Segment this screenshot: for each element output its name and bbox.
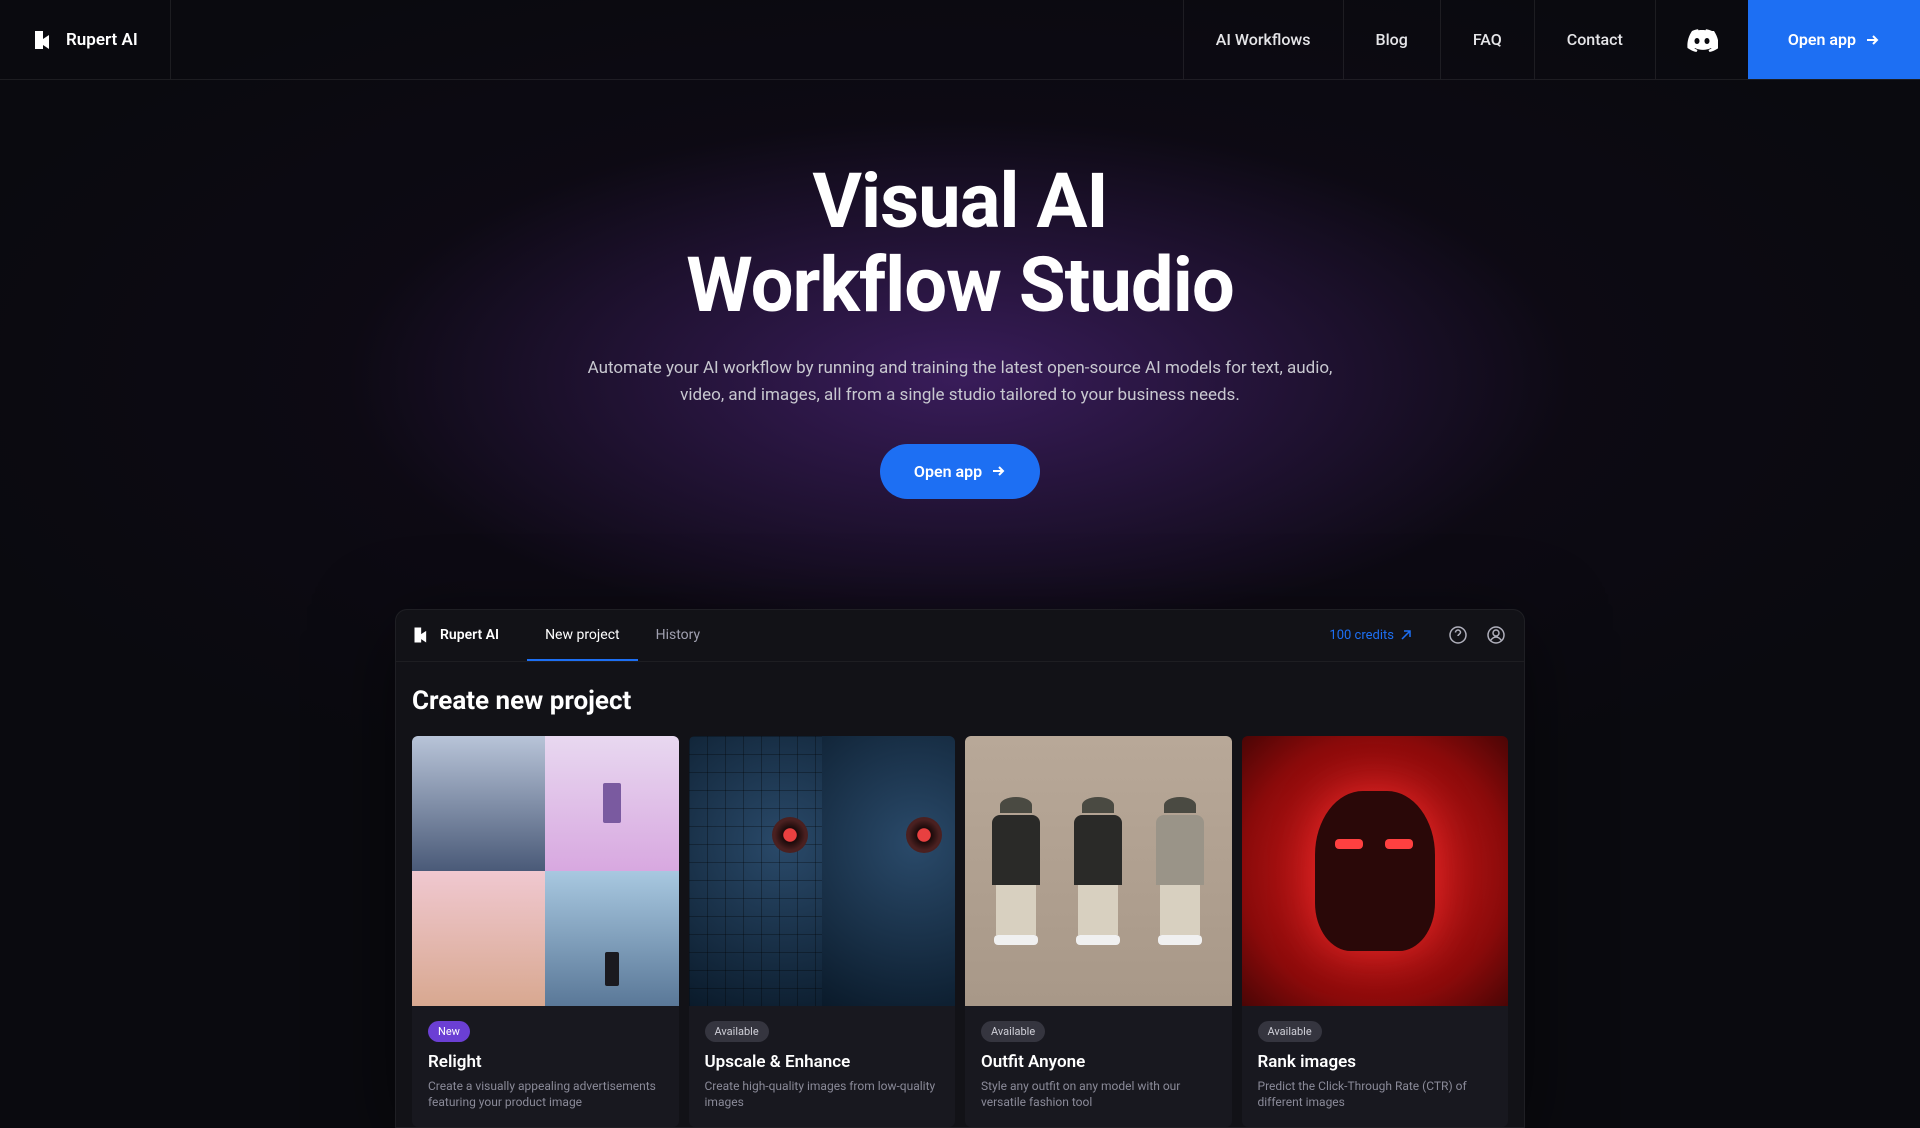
hero-section: Visual AI Workflow Studio Automate your …	[0, 80, 1920, 499]
hero-title-line2: Workflow Studio	[686, 240, 1233, 330]
arrow-right-icon	[990, 463, 1006, 479]
account-button[interactable]	[1484, 623, 1508, 647]
card-image	[1242, 736, 1509, 1006]
card-relight[interactable]: New Relight Create a visually appealing …	[412, 736, 679, 1128]
card-body: Available Rank images Predict the Click-…	[1242, 1006, 1509, 1128]
card-title: Outfit Anyone	[981, 1052, 1216, 1072]
app-logo[interactable]: Rupert AI	[412, 625, 499, 645]
card-upscale-enhance[interactable]: Available Upscale & Enhance Create high-…	[689, 736, 956, 1128]
badge-available: Available	[1258, 1021, 1322, 1042]
arrow-right-icon	[1864, 32, 1880, 48]
open-app-label: Open app	[1788, 30, 1856, 49]
card-description: Predict the Click-Through Rate (CTR) of …	[1258, 1078, 1493, 1112]
badge-available: Available	[981, 1021, 1045, 1042]
hero-title-line1: Visual AI	[812, 156, 1107, 246]
tab-history[interactable]: History	[638, 609, 719, 661]
brand-logo-icon	[32, 28, 56, 52]
discord-icon	[1686, 28, 1718, 52]
nav-blog[interactable]: Blog	[1343, 0, 1440, 79]
card-body: Available Upscale & Enhance Create high-…	[689, 1006, 956, 1128]
main-header: Rupert AI AI Workflows Blog FAQ Contact …	[0, 0, 1920, 80]
external-link-icon	[1400, 629, 1412, 641]
hero-title: Visual AI Workflow Studio	[0, 160, 1920, 327]
brand-name: Rupert AI	[66, 30, 138, 50]
card-image	[689, 736, 956, 1006]
nav-ai-workflows[interactable]: AI Workflows	[1183, 0, 1343, 79]
nav-spacer	[171, 0, 1183, 79]
credits-label: 100 credits	[1329, 628, 1394, 643]
app-brand-name: Rupert AI	[440, 627, 499, 643]
nav-discord[interactable]	[1655, 0, 1748, 79]
help-icon	[1448, 625, 1468, 645]
user-icon	[1486, 625, 1506, 645]
card-body: Available Outfit Anyone Style any outfit…	[965, 1006, 1232, 1128]
logo[interactable]: Rupert AI	[0, 0, 171, 79]
badge-available: Available	[705, 1021, 769, 1042]
card-description: Style any outfit on any model with our v…	[981, 1078, 1216, 1112]
card-rank-images[interactable]: Available Rank images Predict the Click-…	[1242, 736, 1509, 1128]
card-description: Create high-quality images from low-qual…	[705, 1078, 940, 1112]
badge-new: New	[428, 1021, 470, 1042]
card-body: New Relight Create a visually appealing …	[412, 1006, 679, 1128]
card-title: Upscale & Enhance	[705, 1052, 940, 1072]
project-cards-grid: New Relight Create a visually appealing …	[412, 736, 1508, 1128]
app-preview-window: Rupert AI New project History 100 credit…	[395, 609, 1525, 1128]
app-header: Rupert AI New project History 100 credit…	[396, 610, 1524, 662]
card-title: Relight	[428, 1052, 663, 1072]
nav-faq[interactable]: FAQ	[1440, 0, 1534, 79]
card-title: Rank images	[1258, 1052, 1493, 1072]
app-body: Create new project New Relight Create a …	[396, 662, 1524, 1128]
hero-subtitle: Automate your AI workflow by running and…	[565, 355, 1355, 409]
card-description: Create a visually appealing advertisemen…	[428, 1078, 663, 1112]
card-image	[412, 736, 679, 1006]
credits-link[interactable]: 100 credits	[1329, 628, 1412, 643]
card-outfit-anyone[interactable]: Available Outfit Anyone Style any outfit…	[965, 736, 1232, 1128]
brand-logo-icon	[412, 625, 432, 645]
nav-contact[interactable]: Contact	[1534, 0, 1655, 79]
section-title: Create new project	[412, 686, 1508, 716]
help-button[interactable]	[1446, 623, 1470, 647]
card-image	[965, 736, 1232, 1006]
nav-open-app-button[interactable]: Open app	[1748, 0, 1920, 79]
tab-new-project[interactable]: New project	[527, 609, 638, 661]
hero-open-app-button[interactable]: Open app	[880, 444, 1040, 499]
app-tabs: New project History	[527, 609, 718, 661]
hero-cta-label: Open app	[914, 462, 982, 481]
